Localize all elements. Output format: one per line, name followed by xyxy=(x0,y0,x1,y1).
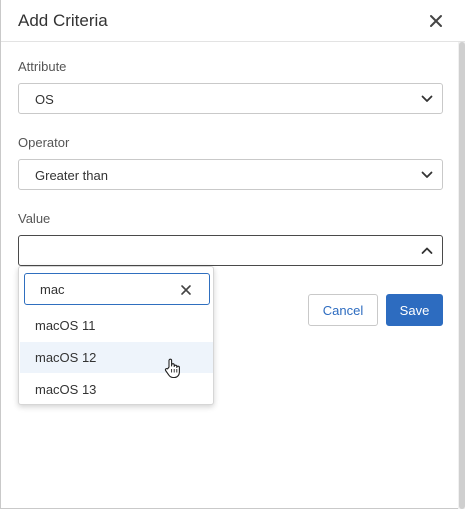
attribute-value: OS xyxy=(35,92,54,107)
option-label: macOS 12 xyxy=(35,350,97,365)
dropdown-option[interactable]: macOS 12 xyxy=(20,342,213,373)
dropdown-option[interactable]: macOS 11 xyxy=(20,310,213,341)
value-label: Value xyxy=(18,211,51,226)
attribute-select[interactable]: OS xyxy=(18,83,443,114)
operator-value: Greater than xyxy=(35,168,108,183)
dialog-title: Add Criteria xyxy=(18,11,108,30)
scrollbar-thumb[interactable] xyxy=(459,42,465,509)
clear-icon[interactable] xyxy=(180,284,192,296)
attribute-label: Attribute xyxy=(18,59,67,74)
operator-select[interactable]: Greater than xyxy=(18,159,443,190)
chevron-down-icon xyxy=(421,171,433,178)
chevron-up-icon xyxy=(421,247,433,254)
add-criteria-dialog: Add Criteria Attribute OS Operator Great… xyxy=(0,0,465,509)
save-button[interactable]: Save xyxy=(386,294,443,326)
option-label: macOS 11 xyxy=(35,318,96,333)
value-select[interactable] xyxy=(18,235,443,266)
hand-cursor-icon xyxy=(164,358,180,379)
dropdown-search-input[interactable] xyxy=(40,281,170,297)
option-label: macOS 13 xyxy=(35,382,97,397)
operator-label: Operator xyxy=(18,135,70,150)
close-icon[interactable] xyxy=(427,12,445,30)
dropdown-option[interactable]: macOS 13 xyxy=(20,374,213,405)
cancel-button[interactable]: Cancel xyxy=(308,294,378,326)
dropdown-search xyxy=(24,273,210,305)
scrollbar[interactable] xyxy=(458,42,465,509)
chevron-down-icon xyxy=(421,95,433,102)
dialog-header: Add Criteria xyxy=(1,0,465,42)
value-dropdown: macOS 11 macOS 12 macOS 13 xyxy=(18,266,214,405)
